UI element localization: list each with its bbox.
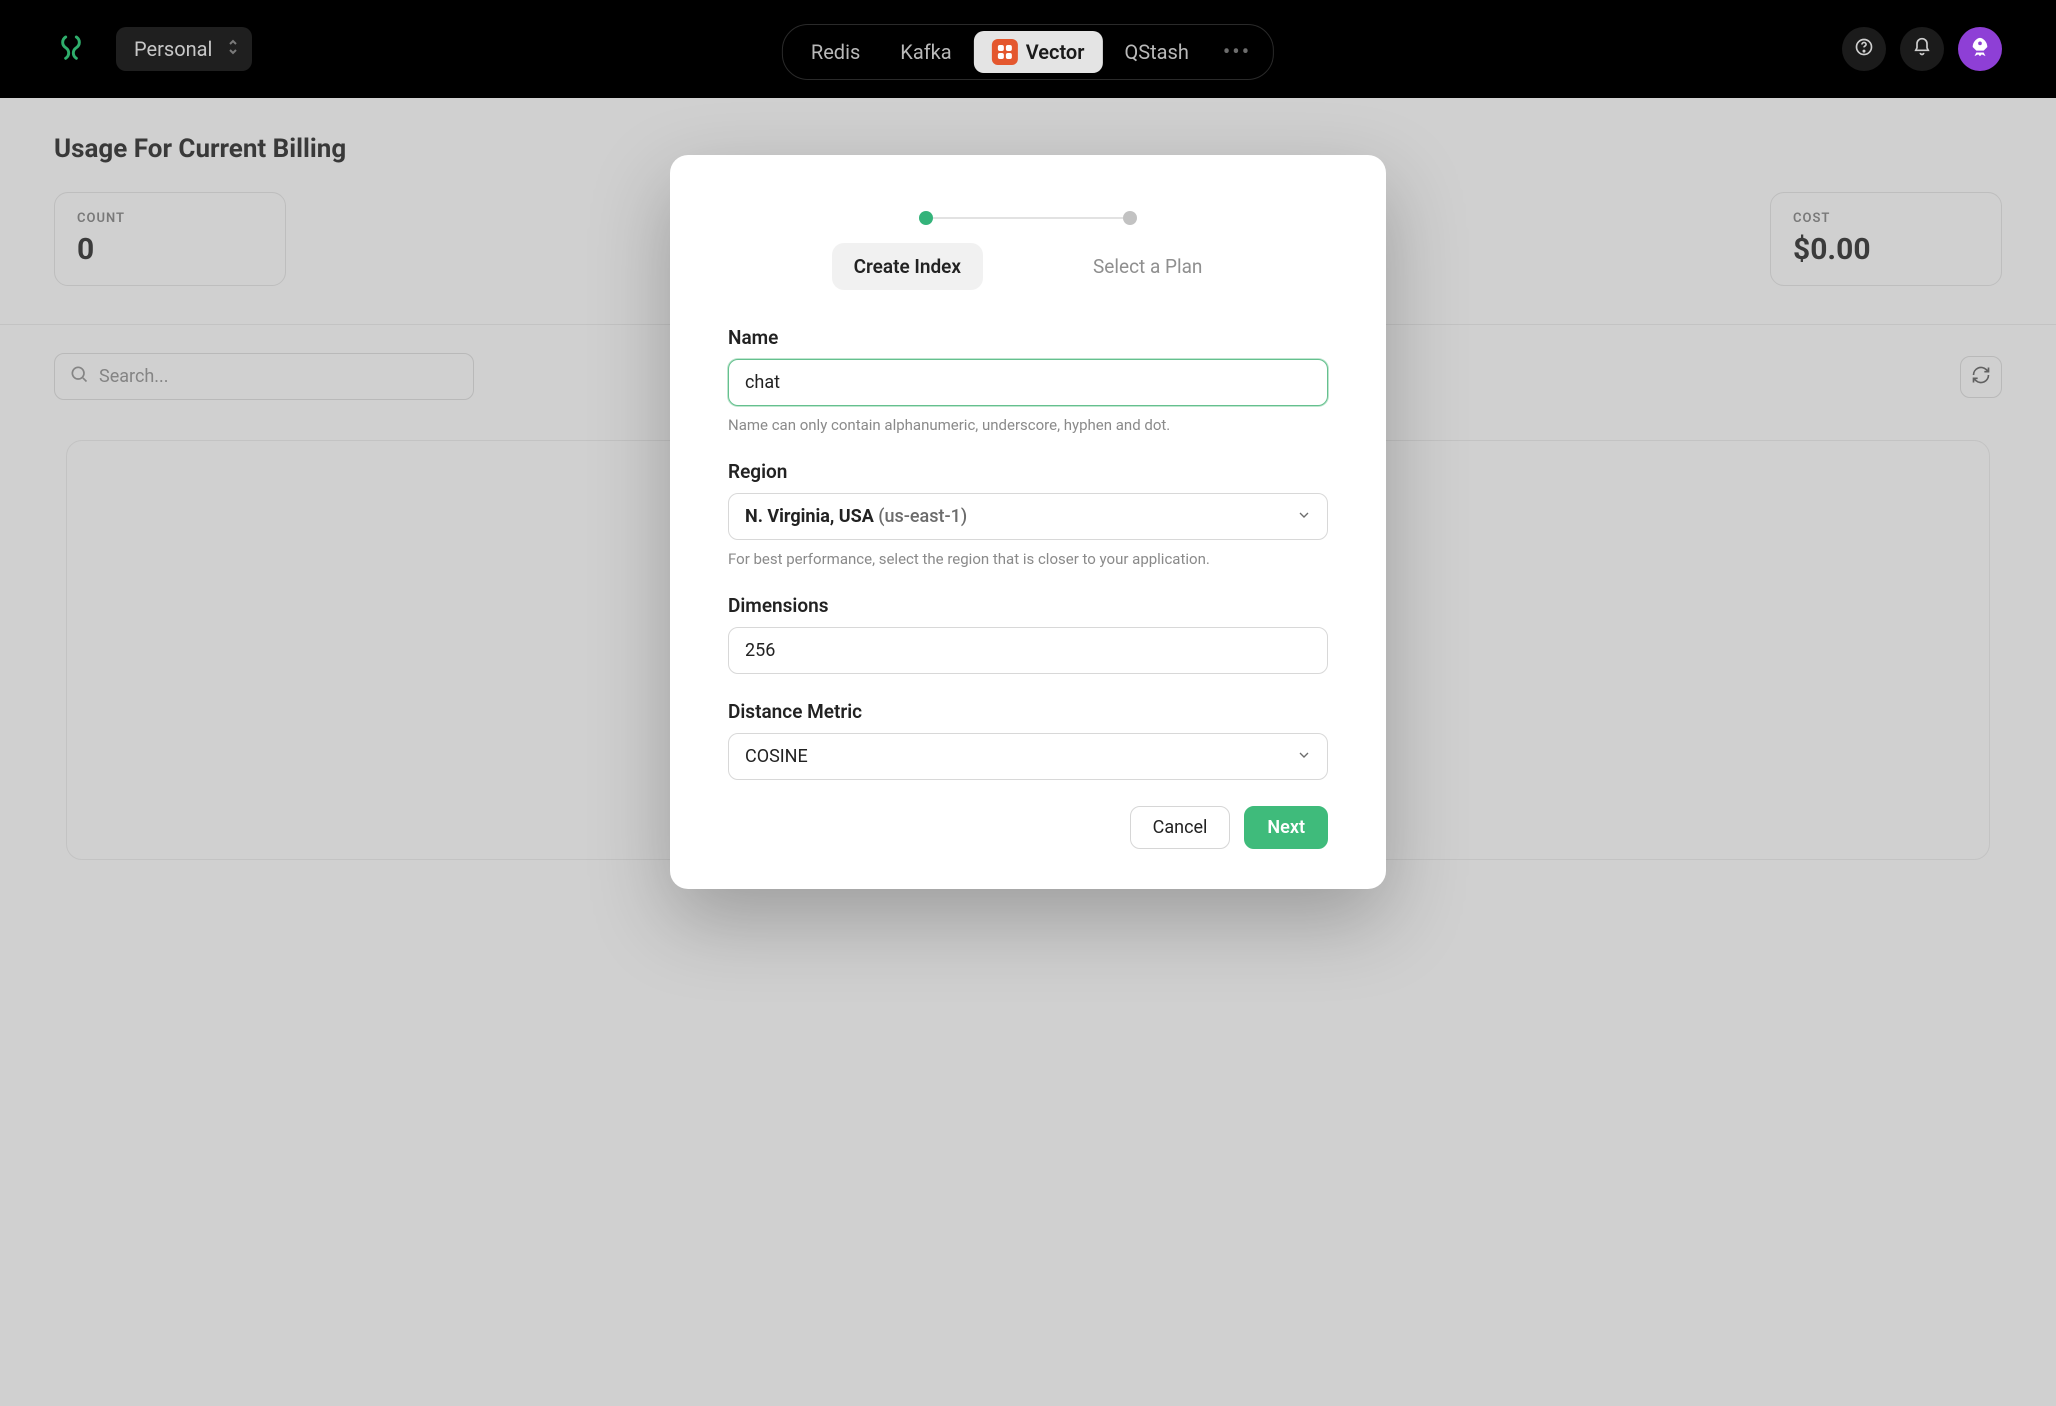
primary-nav: Redis Kafka Vector QStash •••: [782, 24, 1274, 80]
rocket-icon: [1969, 36, 1991, 62]
bell-icon: [1912, 37, 1932, 62]
field-name: Name Name can only contain alphanumeric,…: [728, 326, 1328, 434]
modal-actions: Cancel Next: [728, 806, 1328, 849]
step-tab-create-index[interactable]: Create Index: [832, 243, 983, 290]
field-help: For best performance, select the region …: [728, 550, 1328, 568]
field-label: Region: [728, 460, 1328, 483]
account-avatar[interactable]: [1958, 27, 2002, 71]
field-label: Distance Metric: [728, 700, 1328, 723]
field-distance-metric: Distance Metric COSINE: [728, 700, 1328, 780]
region-code: (us-east-1): [878, 506, 967, 527]
nav-tab-redis[interactable]: Redis: [793, 32, 878, 72]
dimensions-input[interactable]: [728, 627, 1328, 674]
nav-label: QStash: [1124, 40, 1188, 64]
nav-label: Kafka: [900, 40, 951, 64]
nav-tab-qstash[interactable]: QStash: [1106, 32, 1206, 72]
button-label: Cancel: [1153, 817, 1208, 838]
stepper: [728, 211, 1328, 225]
field-label: Dimensions: [728, 594, 1328, 617]
region-name: N. Virginia, USA: [745, 506, 874, 527]
region-select[interactable]: N. Virginia, USA (us-east-1): [728, 493, 1328, 540]
vector-icon: [992, 39, 1018, 65]
nav-tab-vector[interactable]: Vector: [974, 31, 1103, 73]
step-label-text: Create Index: [854, 255, 961, 278]
notifications-button[interactable]: [1900, 27, 1944, 71]
step-line: [933, 217, 1123, 219]
workspace-switcher[interactable]: Personal: [116, 27, 252, 71]
step-labels: Create Index Select a Plan: [728, 243, 1328, 290]
field-region: Region N. Virginia, USA (us-east-1) For …: [728, 460, 1328, 568]
distance-metric-select[interactable]: COSINE: [728, 733, 1328, 780]
nav-label: Redis: [811, 40, 860, 64]
help-button[interactable]: [1842, 27, 1886, 71]
chevron-down-icon: [1296, 747, 1312, 767]
button-label: Next: [1267, 817, 1305, 838]
help-icon: [1854, 37, 1874, 62]
create-index-modal: Create Index Select a Plan Name Name can…: [670, 155, 1386, 889]
brand-logo-icon: [54, 32, 88, 66]
step-dot-1: [919, 211, 933, 225]
nav-more-button[interactable]: •••: [1211, 32, 1263, 73]
step-label-text: Select a Plan: [1093, 255, 1202, 278]
chevron-down-icon: [1296, 507, 1312, 527]
workspace-name: Personal: [134, 37, 212, 61]
field-label: Name: [728, 326, 1328, 349]
field-help: Name can only contain alphanumeric, unde…: [728, 416, 1328, 434]
metric-value: COSINE: [745, 746, 808, 767]
nav-tab-kafka[interactable]: Kafka: [882, 32, 969, 72]
step-dot-2: [1123, 211, 1137, 225]
chevron-updown-icon: [226, 37, 240, 61]
cancel-button[interactable]: Cancel: [1130, 806, 1231, 849]
field-dimensions: Dimensions: [728, 594, 1328, 674]
step-tab-select-plan[interactable]: Select a Plan: [1071, 243, 1224, 290]
name-input[interactable]: [728, 359, 1328, 406]
topbar: Personal Redis Kafka: [0, 0, 2056, 98]
next-button[interactable]: Next: [1244, 806, 1328, 849]
nav-label: Vector: [1026, 40, 1085, 64]
